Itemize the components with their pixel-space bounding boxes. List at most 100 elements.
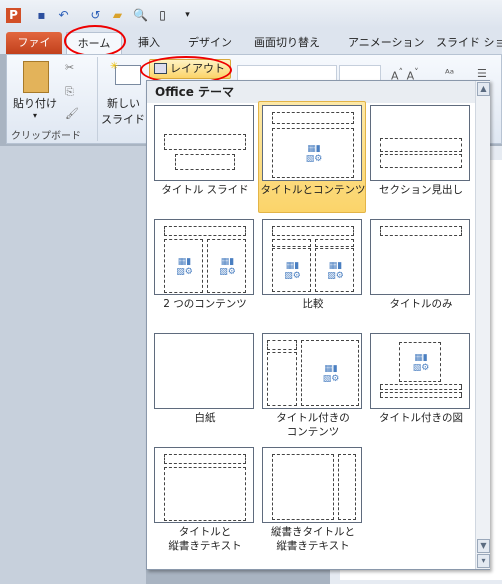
content-insert-icon: ▦▮ ▧⚙ bbox=[176, 257, 193, 277]
gallery-more-button[interactable]: ▾ bbox=[477, 554, 490, 568]
layout-option[interactable]: ▦▮ ▧⚙ タイトル付きの コンテンツ bbox=[258, 329, 366, 441]
tab-slideshow[interactable]: スライド ショー bbox=[428, 32, 502, 54]
layout-label: 2 つのコンテンツ bbox=[163, 298, 247, 310]
tab-animations[interactable]: アニメーション bbox=[340, 32, 433, 54]
tab-transitions[interactable]: 画面切り替え bbox=[246, 32, 328, 54]
placeholder bbox=[164, 454, 246, 464]
layout-option[interactable]: タイトル スライド bbox=[150, 101, 258, 213]
scroll-down-button[interactable]: ▼ bbox=[477, 539, 490, 553]
layout-option[interactable]: ▦▮ ▧⚙ ▦▮ ▧⚙ 2 つのコンテンツ bbox=[150, 215, 258, 327]
layout-label: セクション見出し bbox=[379, 184, 463, 196]
layout-thumbnail bbox=[262, 447, 362, 523]
paste-icon[interactable] bbox=[23, 61, 49, 93]
clipboard-group-label: クリップボード bbox=[11, 131, 81, 142]
bullets-icon[interactable]: ☰ bbox=[477, 67, 487, 80]
placeholder bbox=[272, 112, 354, 124]
placeholder bbox=[175, 154, 235, 170]
placeholder: ▦▮ ▧⚙ bbox=[315, 248, 354, 292]
placeholder bbox=[164, 134, 246, 150]
cut-icon[interactable]: ✂ bbox=[65, 61, 74, 74]
layout-label: タイトル付きの図 bbox=[379, 412, 463, 424]
open-icon[interactable]: ▰ bbox=[110, 8, 125, 23]
placeholder: ▦▮ ▧⚙ bbox=[272, 248, 311, 292]
placeholder bbox=[380, 226, 462, 236]
layout-label: タイトル付きの コンテンツ bbox=[276, 412, 350, 438]
new-slide-button[interactable]: 新しい bbox=[107, 95, 140, 111]
layout-label: 縦書きタイトルと 縦書きテキスト bbox=[271, 526, 355, 552]
format-painter-icon[interactable]: 🖌 bbox=[65, 107, 79, 120]
save-icon[interactable]: ▪ bbox=[34, 8, 49, 23]
placeholder bbox=[338, 454, 356, 520]
placeholder: ▦▮ ▧⚙ bbox=[301, 340, 359, 406]
layout-label: 白紙 bbox=[194, 412, 216, 424]
layout-thumbnail bbox=[370, 105, 470, 181]
placeholder bbox=[315, 239, 354, 247]
layout-gallery: Office テーマ ▲ ▼ ▾ タイトル スライド ▦▮ ▧⚙ タイトルとコンテン… bbox=[146, 80, 490, 570]
layout-thumbnail: ▦▮ ▧⚙ bbox=[370, 333, 470, 409]
layout-label: タイトルのみ bbox=[389, 298, 453, 310]
placeholder bbox=[272, 226, 354, 236]
layout-option[interactable]: 白紙 bbox=[150, 329, 258, 441]
paste-dropdown-icon[interactable]: ▾ bbox=[33, 111, 37, 120]
content-insert-icon: ▦▮ ▧⚙ bbox=[305, 144, 323, 164]
placeholder bbox=[380, 392, 462, 398]
layout-label: タイトル スライド bbox=[161, 184, 249, 196]
paste-button[interactable]: 貼り付け bbox=[13, 95, 57, 111]
layout-thumbnail: ▦▮ ▧⚙ bbox=[262, 333, 362, 409]
placeholder bbox=[164, 467, 246, 521]
layout-option[interactable]: タイトルのみ bbox=[366, 215, 474, 327]
slide-thumbnail-pane bbox=[0, 146, 146, 584]
new-slide-icon[interactable] bbox=[115, 65, 141, 85]
placeholder bbox=[380, 154, 462, 168]
print-preview-icon[interactable]: 🔍 bbox=[133, 8, 148, 23]
content-insert-icon: ▦▮ ▧⚙ bbox=[219, 257, 236, 277]
divider bbox=[97, 57, 98, 141]
undo-icon[interactable]: ↶ bbox=[56, 8, 71, 23]
layout-thumbnail bbox=[154, 447, 254, 523]
content-insert-icon: ▦▮ ▧⚙ bbox=[412, 353, 430, 373]
new-icon[interactable]: ▯ bbox=[155, 8, 170, 23]
placeholder bbox=[267, 340, 297, 350]
layout-option[interactable]: セクション見出し bbox=[366, 101, 474, 213]
placeholder bbox=[272, 239, 311, 247]
layout-label: 比較 bbox=[302, 298, 324, 310]
placeholder bbox=[267, 352, 297, 406]
layout-option[interactable]: ▦▮ ▧⚙ タイトル付きの図 bbox=[366, 329, 474, 441]
layout-label: タイトルとコンテンツ bbox=[260, 184, 366, 196]
placeholder bbox=[272, 454, 334, 520]
layout-thumbnail bbox=[370, 219, 470, 295]
layout-option[interactable]: ▦▮ ▧⚙ タイトルとコンテンツ bbox=[258, 101, 366, 213]
content-insert-icon: ▦▮ ▧⚙ bbox=[284, 261, 301, 281]
scrollbar[interactable]: ▲ ▼ ▾ bbox=[475, 81, 490, 569]
annotation-circle bbox=[64, 25, 126, 57]
clear-format-icon[interactable]: ᴬᵃ bbox=[445, 67, 454, 80]
layout-option[interactable]: 縦書きタイトルと 縦書きテキスト bbox=[258, 443, 366, 555]
layout-option[interactable]: ▦▮ ▧⚙ ▦▮ ▧⚙ 比較 bbox=[258, 215, 366, 327]
sparkle-icon: ✳ bbox=[110, 61, 119, 72]
layout-thumbnail: ▦▮ ▧⚙ ▦▮ ▧⚙ bbox=[154, 219, 254, 295]
placeholder bbox=[380, 138, 462, 152]
layout-thumbnail bbox=[154, 333, 254, 409]
layout-label: タイトルと 縦書きテキスト bbox=[168, 526, 242, 552]
content-insert-icon: ▦▮ ▧⚙ bbox=[322, 364, 340, 384]
customize-icon[interactable]: ▾ bbox=[180, 8, 195, 23]
layout-option[interactable]: タイトルと 縦書きテキスト bbox=[150, 443, 258, 555]
placeholder: ▦▮ ▧⚙ bbox=[164, 239, 203, 293]
placeholder bbox=[164, 226, 246, 236]
scroll-up-button[interactable]: ▲ bbox=[477, 82, 490, 96]
powerpoint-icon[interactable]: P bbox=[6, 8, 21, 23]
layout-thumbnail: ▦▮ ▧⚙ bbox=[262, 105, 362, 181]
tab-insert[interactable]: 挿入 bbox=[130, 32, 168, 54]
placeholder: ▦▮ ▧⚙ bbox=[272, 128, 354, 178]
redo-icon[interactable]: ↺ bbox=[88, 8, 103, 23]
content-insert-icon: ▦▮ ▧⚙ bbox=[327, 261, 344, 281]
tab-design[interactable]: デザイン bbox=[180, 32, 240, 54]
copy-icon[interactable]: ⎘ bbox=[65, 85, 74, 99]
layout-thumbnail bbox=[154, 105, 254, 181]
gallery-header: Office テーマ bbox=[147, 81, 475, 103]
tab-file[interactable]: ファイル bbox=[6, 32, 62, 71]
new-slide-button-line2[interactable]: スライド bbox=[101, 111, 145, 127]
placeholder bbox=[380, 384, 462, 390]
layout-thumbnail: ▦▮ ▧⚙ ▦▮ ▧⚙ bbox=[262, 219, 362, 295]
quick-access-toolbar: P ▪ ↶ ↺ ▰ 🔍 ▯ ▾ bbox=[0, 0, 502, 28]
